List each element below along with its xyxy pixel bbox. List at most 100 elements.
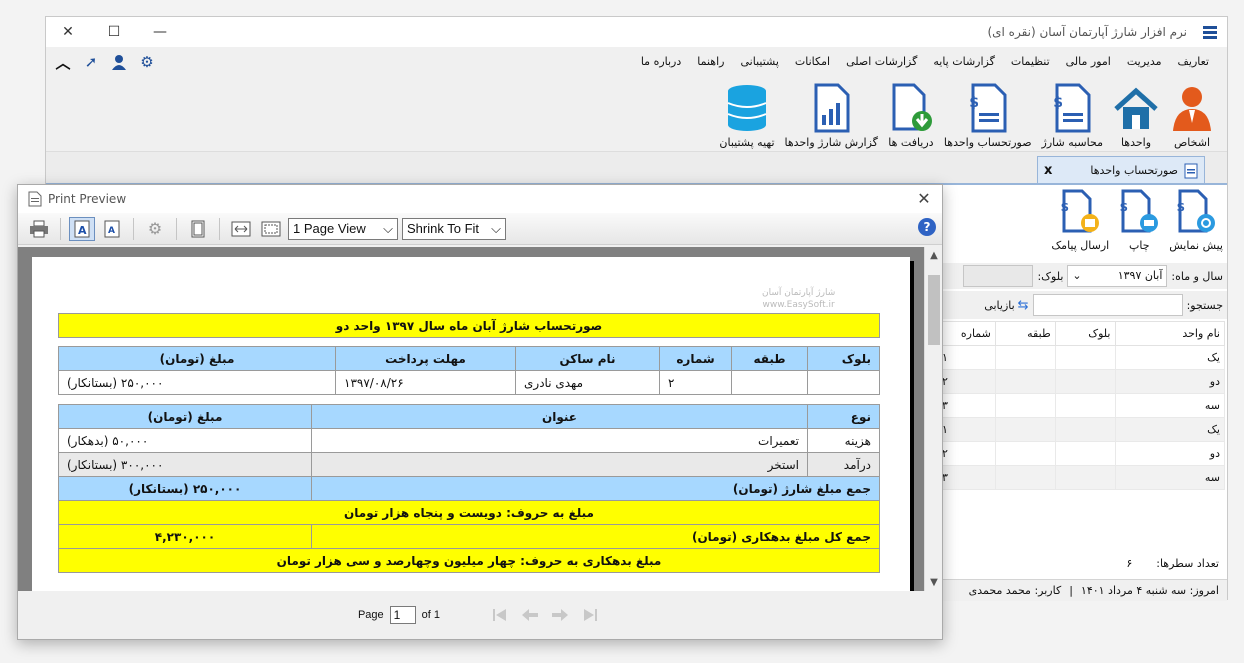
menu-finance[interactable]: امور مالی <box>1058 51 1119 73</box>
help-icon[interactable]: ? <box>918 218 936 236</box>
col-block[interactable]: بلوک <box>1054 321 1116 346</box>
persons-button[interactable]: اشخاص <box>1167 75 1217 149</box>
status-user: کاربر: محمد محمدی <box>968 584 1062 597</box>
chevron-up-icon[interactable]: ︿ <box>54 53 72 72</box>
gear-icon[interactable]: ⚙ <box>138 53 156 71</box>
toolbar-divider <box>219 217 220 240</box>
tab-unit-invoices[interactable]: صورتحساب واحدها x <box>1037 156 1205 184</box>
page-icon[interactable] <box>185 217 211 241</box>
maximize-icon[interactable]: ☐ <box>102 22 126 42</box>
font-small-icon[interactable]: A <box>99 217 125 241</box>
arrow-up-right-icon[interactable]: ➚ <box>82 53 100 71</box>
status-separator: | <box>1069 584 1073 597</box>
invoice-items-table: نوع عنوان مبلغ (تومان) هزینه تعمیرات ۵۰,… <box>58 404 880 573</box>
menu-tools[interactable]: امکانات <box>787 51 838 73</box>
next-page-icon[interactable] <box>548 605 572 625</box>
page-input[interactable]: 1 <box>389 606 416 624</box>
svg-text:$: $ <box>1177 200 1185 214</box>
chart-document-icon <box>814 83 850 133</box>
menu-basic-reports[interactable]: گزارشات پایه <box>925 51 1002 73</box>
minimize-icon[interactable]: — <box>148 22 172 42</box>
preview-page: شارژ آپارتمان آسان www.EasySoft.ir صورتح… <box>32 257 910 592</box>
first-page-icon[interactable] <box>488 605 512 625</box>
svg-text:A: A <box>108 226 115 236</box>
search-input[interactable] <box>1032 294 1183 316</box>
scroll-down-icon[interactable]: ▼ <box>925 574 943 592</box>
close-icon[interactable]: ✕ <box>914 189 934 209</box>
refresh-button[interactable]: ⇆ بازیابی <box>984 298 1028 313</box>
preview-titlebar: Print Preview ✕ <box>18 185 942 213</box>
menu-main-reports[interactable]: گزارشات اصلی <box>838 51 925 73</box>
preview-scrollbar[interactable]: ▲ ▼ <box>924 247 942 592</box>
col-floor[interactable]: طبقه <box>994 321 1056 346</box>
previous-page-icon[interactable] <box>518 605 542 625</box>
calc-charge-button[interactable]: $ محاسبه شارژ <box>1040 75 1105 149</box>
last-page-icon[interactable] <box>578 605 602 625</box>
whole-page-icon[interactable] <box>258 217 284 241</box>
preview-button[interactable]: $ پیش نمایش <box>1169 189 1223 259</box>
view-mode-select[interactable]: 1 Page View ⌵ <box>288 217 398 240</box>
period-label: سال و ماه: <box>1171 269 1223 283</box>
menu-management[interactable]: مدیریت <box>1119 51 1170 73</box>
panel-toolbar: $ پیش نمایش $ چاپ $ ارسال پیامک <box>1051 189 1223 259</box>
table-row[interactable]: دو ۲ <box>937 369 1225 394</box>
debt-words: مبلغ بدهکاری به حروف: چهار میلیون وچهارص… <box>58 548 880 573</box>
invoice-heading: صورتحساب شارژ آبان ماه سال ۱۳۹۷ واحد دو <box>58 313 880 338</box>
preview-canvas: شارژ آپارتمان آسان www.EasySoft.ir صورتح… <box>18 247 926 592</box>
unit-invoices-button[interactable]: $ صورتحساب واحدها <box>942 75 1034 149</box>
gear-icon[interactable]: ⚙ <box>142 217 168 241</box>
block-select[interactable] <box>963 265 1034 287</box>
print-button[interactable]: $ چاپ <box>1119 189 1159 259</box>
zoom-mode-select[interactable]: Shrink To Fit ⌵ <box>402 217 506 240</box>
backup-button[interactable]: تهیه پشتیبان <box>717 75 776 149</box>
page-width-icon[interactable] <box>228 217 254 241</box>
scroll-thumb[interactable] <box>928 275 940 345</box>
send-sms-button[interactable]: $ ارسال پیامک <box>1051 189 1109 259</box>
menu-help[interactable]: راهنما <box>689 51 732 73</box>
table-row: درآمد استخر ۳۰۰,۰۰۰ (بستانکار) <box>58 452 880 477</box>
window-title: نرم افزار شارژ آپارتمان آسان (نقره ای) <box>987 25 1187 39</box>
preview-footer: Page 1 of 1 <box>18 591 942 639</box>
font-icon[interactable]: A <box>69 216 95 241</box>
scroll-up-icon[interactable]: ▲ <box>925 247 943 265</box>
charge-report-button[interactable]: گزارش شارژ واحدها <box>783 75 880 149</box>
menu-support[interactable]: پشتیبانی <box>732 51 786 73</box>
toolbar-divider <box>176 217 177 240</box>
filter-row: سال و ماه: آبان ۱۳۹۷ ⌄ بلوک: <box>937 263 1227 289</box>
preview-invoice-icon: $ <box>1177 189 1216 233</box>
period-select[interactable]: آبان ۱۳۹۷ ⌄ <box>1067 265 1168 287</box>
total-value: ۲۵۰,۰۰۰ (بستانکار) <box>58 476 312 501</box>
menu-about[interactable]: درباره ما <box>633 51 689 73</box>
preview-toolbar: A A ⚙ 1 Page View ⌵ Shrink To Fit ⌵ ? <box>18 213 942 245</box>
units-table: نام واحد بلوک طبقه شماره یک ۱ دو ۲ سه ۳ یک ۱… <box>937 321 1225 490</box>
menu-definitions[interactable]: تعاریف <box>1170 51 1217 73</box>
app-logo-icon <box>1203 26 1217 39</box>
table-row[interactable]: یک ۱ <box>937 417 1225 442</box>
close-icon[interactable]: ✕ <box>56 22 80 42</box>
receipts-button[interactable]: دریافت ها <box>886 75 936 149</box>
page-of-label: of 1 <box>421 609 441 621</box>
col-unit-name[interactable]: نام واحد <box>1114 321 1225 346</box>
quick-icons: ︿ ➚ ⚙ <box>54 53 156 73</box>
table-row[interactable]: یک ۱ <box>937 345 1225 370</box>
toolbar-divider <box>60 217 61 240</box>
total-label: جمع مبلغ شارژ (تومان) <box>311 476 880 501</box>
user-icon[interactable] <box>110 53 128 71</box>
col-number[interactable]: شماره <box>937 321 996 346</box>
table-row[interactable]: سه ۳ <box>937 465 1225 490</box>
main-toolbar: اشخاص واحدها $ محاسبه شارژ $ صورتحساب وا… <box>717 75 1217 149</box>
svg-text:A: A <box>78 224 87 237</box>
document-icon <box>28 191 42 207</box>
person-icon <box>1173 87 1211 131</box>
units-button[interactable]: واحدها <box>1111 75 1161 149</box>
preview-title: Print Preview <box>48 192 127 206</box>
tab-close-icon[interactable]: x <box>1044 163 1052 178</box>
table-row[interactable]: سه ۳ <box>937 393 1225 418</box>
menu-settings[interactable]: تنظیمات <box>1003 51 1058 73</box>
print-icon[interactable] <box>26 217 52 241</box>
debt-label: جمع کل مبلغ بدهکاری (تومان) <box>311 524 880 549</box>
invoice-icon: $ <box>1054 83 1091 133</box>
svg-text:$: $ <box>969 95 979 111</box>
table-row[interactable]: دو ۲ <box>937 441 1225 466</box>
tabstrip: صورتحساب واحدها x <box>46 151 1227 184</box>
